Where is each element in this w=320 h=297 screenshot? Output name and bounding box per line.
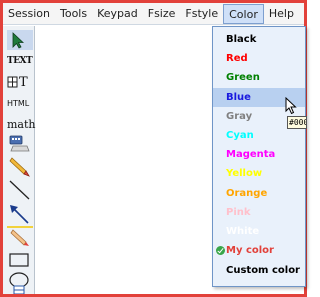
color-item-label: Green [226, 72, 260, 83]
html-tool[interactable]: HTML [7, 93, 33, 113]
color-item-label: Magenta [226, 149, 276, 160]
color-item-label: Custom color [226, 265, 300, 276]
keyboard-icon [9, 135, 30, 152]
math-tool[interactable]: math [7, 114, 36, 134]
highlighter-icon [7, 226, 33, 246]
color-item-yellow[interactable]: Yellow [213, 164, 305, 183]
math-tool-label: math [7, 117, 36, 131]
line-tool[interactable] [7, 180, 33, 200]
color-item-pink[interactable]: Pink [213, 203, 305, 222]
tool-palette: TEXT T HTML math [3, 26, 36, 294]
html-tool-label: HTML [7, 98, 30, 108]
menu-bar: Session Tools Keypad Fsize Fstyle Color … [3, 3, 304, 25]
color-item-green[interactable]: Green [213, 68, 305, 87]
color-item-red[interactable]: Red [213, 49, 305, 68]
menu-color[interactable]: Color [223, 4, 264, 24]
color-item-label: White [226, 226, 260, 237]
color-item-label: Orange [226, 188, 268, 199]
menu-fstyle[interactable]: Fstyle [180, 3, 223, 25]
color-item-label: Cyan [226, 130, 254, 141]
color-item-magenta[interactable]: Magenta [213, 145, 305, 164]
rectangle-tool[interactable] [7, 250, 33, 270]
pointer-tool[interactable] [7, 30, 33, 50]
menu-session[interactable]: Session [3, 3, 55, 25]
keyboard-tool[interactable] [7, 134, 33, 154]
graph-tool-label: T [19, 74, 28, 90]
arrow-icon [10, 205, 29, 224]
color-tooltip: #0000FF [287, 116, 307, 129]
menu-fsize[interactable]: Fsize [143, 3, 181, 25]
color-item-custom-color[interactable]: Custom color [213, 261, 305, 280]
graph-text-tool[interactable]: T [7, 72, 33, 92]
color-item-label: Gray [226, 111, 253, 122]
arrow-tool[interactable] [7, 204, 33, 224]
text-tool[interactable]: TEXT [7, 51, 33, 71]
color-item-black[interactable]: Black [213, 30, 305, 49]
color-menu-dropdown: Black Red Green Blue Gray Cyan Magenta Yellow Or… [212, 26, 306, 287]
color-item-my-color[interactable]: My color [213, 241, 305, 260]
rectangle-icon [9, 253, 29, 267]
highlighter-tool[interactable] [7, 226, 33, 246]
color-item-label: Red [226, 53, 248, 64]
color-item-label: Black [226, 34, 257, 45]
pencil-tool[interactable] [7, 156, 33, 177]
grid-icon [13, 285, 25, 294]
color-item-label: Blue [226, 92, 251, 103]
text-tool-label: TEXT [7, 56, 33, 66]
color-item-label: Yellow [226, 168, 263, 179]
color-item-label: Pink [226, 207, 251, 218]
color-item-white[interactable]: White [213, 222, 305, 241]
mouse-cursor-icon [285, 97, 297, 115]
pointer-icon [12, 32, 25, 49]
pencil-icon [9, 157, 30, 177]
line-icon [9, 180, 30, 200]
graph-icon [7, 76, 18, 88]
menu-tools[interactable]: Tools [55, 3, 92, 25]
grid-tool[interactable] [8, 282, 32, 294]
menu-keypad[interactable]: Keypad [92, 3, 143, 25]
check-icon [216, 246, 225, 255]
color-item-orange[interactable]: Orange [213, 184, 305, 203]
menu-help[interactable]: Help [264, 3, 299, 25]
color-item-label: My color [226, 245, 274, 256]
